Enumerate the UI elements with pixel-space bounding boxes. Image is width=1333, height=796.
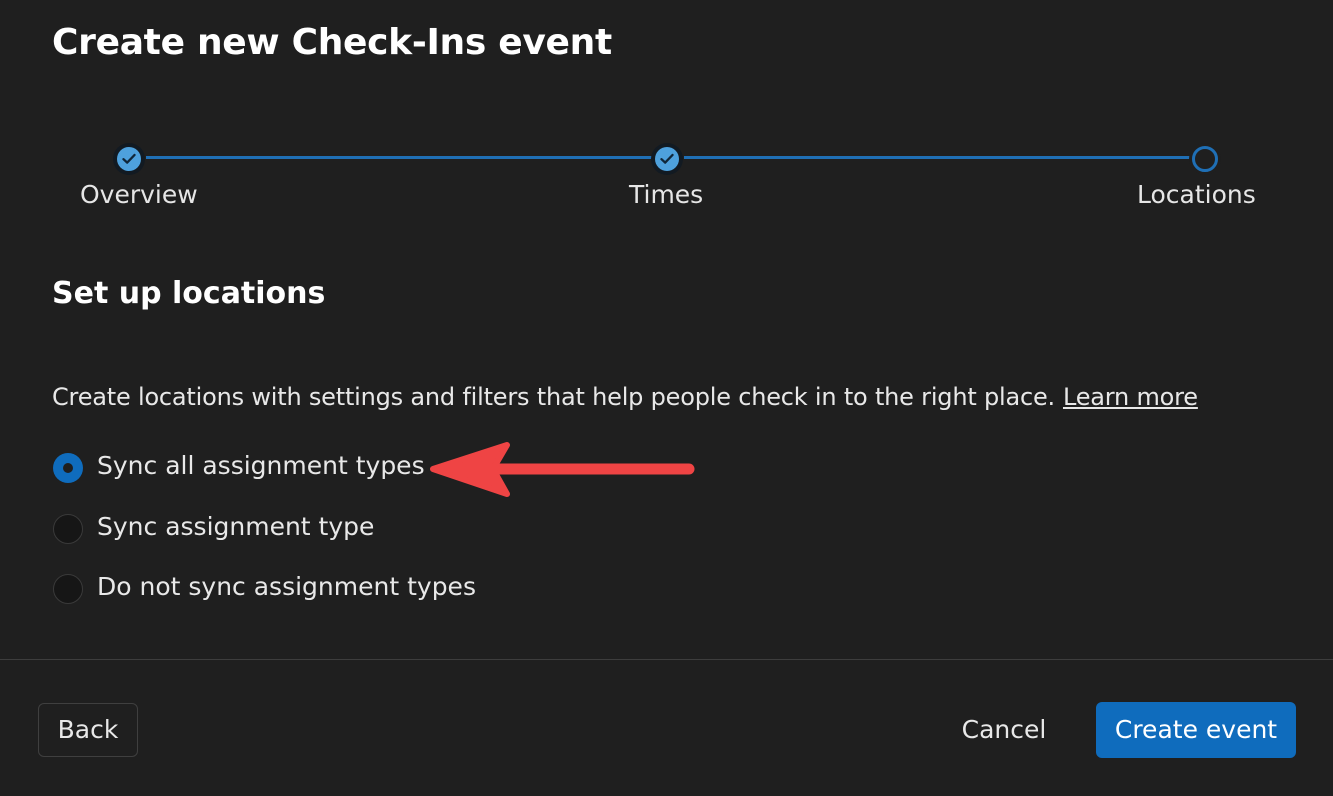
step-connector bbox=[684, 156, 1190, 159]
section-title: Set up locations bbox=[52, 276, 326, 311]
radio-unchecked-icon[interactable] bbox=[53, 574, 83, 604]
progress-stepper: Overview Times Locations bbox=[0, 0, 1333, 230]
check-icon bbox=[655, 147, 679, 171]
red-arrow-icon bbox=[430, 442, 695, 497]
description-text: Create locations with settings and filte… bbox=[52, 383, 1055, 411]
step-times-indicator[interactable] bbox=[651, 143, 683, 175]
radio-label: Do not sync assignment types bbox=[97, 572, 476, 601]
step-overview-indicator[interactable] bbox=[113, 143, 145, 175]
radio-option-no-sync[interactable]: Do not sync assignment types bbox=[53, 571, 553, 607]
check-icon bbox=[117, 147, 141, 171]
current-step-ring-icon bbox=[1192, 146, 1218, 172]
learn-more-link[interactable]: Learn more bbox=[1063, 383, 1198, 411]
section-description: Create locations with settings and filte… bbox=[52, 383, 1198, 411]
back-button[interactable]: Back bbox=[38, 703, 138, 757]
radio-label: Sync all assignment types bbox=[97, 451, 425, 480]
footer-divider bbox=[0, 659, 1333, 660]
radio-option-sync-type[interactable]: Sync assignment type bbox=[53, 511, 553, 547]
create-event-button[interactable]: Create event bbox=[1096, 702, 1296, 758]
create-event-dialog: Create new Check-Ins event Overview Time… bbox=[0, 0, 1333, 796]
cancel-button[interactable]: Cancel bbox=[950, 703, 1058, 757]
step-label-overview[interactable]: Overview bbox=[80, 180, 198, 209]
step-connector bbox=[146, 156, 652, 159]
step-label-locations[interactable]: Locations bbox=[1137, 180, 1256, 209]
radio-unchecked-icon[interactable] bbox=[53, 514, 83, 544]
step-locations-indicator[interactable] bbox=[1189, 143, 1221, 175]
step-label-times[interactable]: Times bbox=[629, 180, 703, 209]
radio-checked-icon[interactable] bbox=[53, 453, 83, 483]
radio-label: Sync assignment type bbox=[97, 512, 375, 541]
